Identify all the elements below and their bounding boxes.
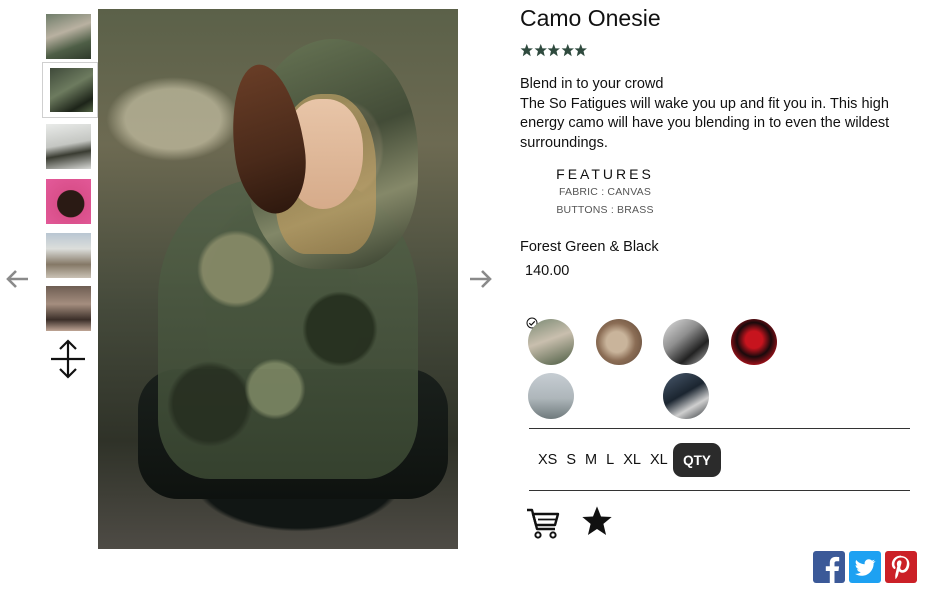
description-body: The So Fatigues will wake you up and fit…	[520, 95, 890, 151]
expand-vertical-icon[interactable]	[51, 338, 85, 380]
star-icon[interactable]	[581, 505, 613, 537]
product-description: Blend in to your crowd The So Fatigues w…	[520, 75, 915, 153]
rating-stars	[520, 43, 588, 57]
swatch-6[interactable]	[663, 373, 709, 419]
swatch-2[interactable]	[596, 319, 642, 365]
swatch-image	[528, 373, 574, 419]
thumbnail-image	[46, 124, 91, 169]
twitter-icon[interactable]	[849, 551, 881, 583]
swatch-image	[663, 319, 709, 365]
features-section: FEATURES FABRIC : CANVAS BUTTONS : BRASS	[520, 166, 690, 216]
feature-fabric: FABRIC : CANVAS	[558, 186, 652, 198]
swatch-5[interactable]	[528, 373, 574, 419]
size-xl-2[interactable]: XL	[650, 452, 668, 468]
size-xs[interactable]: XS	[538, 452, 557, 468]
thumbnail-image	[46, 179, 91, 224]
description-headline: Blend in to your crowd	[520, 76, 664, 92]
color-name: Forest Green & Black	[520, 239, 659, 255]
star-icon	[534, 43, 547, 57]
swatch-image	[663, 373, 709, 419]
features-title: FEATURES	[556, 166, 654, 182]
size-xl[interactable]: XL	[623, 452, 641, 468]
qty-button[interactable]: QTY	[673, 443, 721, 477]
star-icon	[561, 43, 574, 57]
star-icon	[574, 43, 587, 57]
shopping-cart-icon[interactable]	[526, 507, 560, 539]
size-l[interactable]: L	[606, 452, 614, 468]
star-icon	[520, 43, 533, 57]
star-icon	[547, 43, 560, 57]
thumbnail-3[interactable]	[46, 124, 91, 169]
thumbnail-image	[46, 233, 91, 278]
arrow-right-icon[interactable]	[467, 266, 493, 292]
swatch-4[interactable]	[731, 319, 777, 365]
divider	[529, 428, 910, 429]
facebook-icon[interactable]	[813, 551, 845, 583]
size-selector: XS S M L XL XL	[538, 452, 668, 468]
thumbnail-image	[46, 286, 91, 331]
price: 140.00	[525, 263, 570, 279]
size-m[interactable]: M	[585, 452, 597, 468]
size-s[interactable]: S	[566, 452, 576, 468]
swatch-3[interactable]	[663, 319, 709, 365]
product-title: Camo Onesie	[520, 5, 661, 31]
swatch-image	[528, 319, 574, 365]
thumbnail-1[interactable]	[46, 14, 91, 59]
feature-buttons: BUTTONS : BRASS	[556, 204, 654, 216]
swatch-1-selected[interactable]	[528, 319, 574, 365]
thumbnail-image	[46, 14, 91, 59]
divider	[529, 490, 910, 491]
swatch-image	[731, 319, 777, 365]
arrow-left-icon[interactable]	[5, 266, 31, 292]
thumbnail-4[interactable]	[46, 179, 91, 224]
thumbnail-5[interactable]	[46, 233, 91, 278]
thumbnail-2-selected[interactable]	[42, 62, 98, 118]
swatch-image	[596, 319, 642, 365]
main-product-image	[98, 9, 458, 549]
thumbnail-image	[50, 68, 93, 112]
pinterest-icon[interactable]	[885, 551, 917, 583]
thumbnail-6[interactable]	[46, 286, 91, 331]
